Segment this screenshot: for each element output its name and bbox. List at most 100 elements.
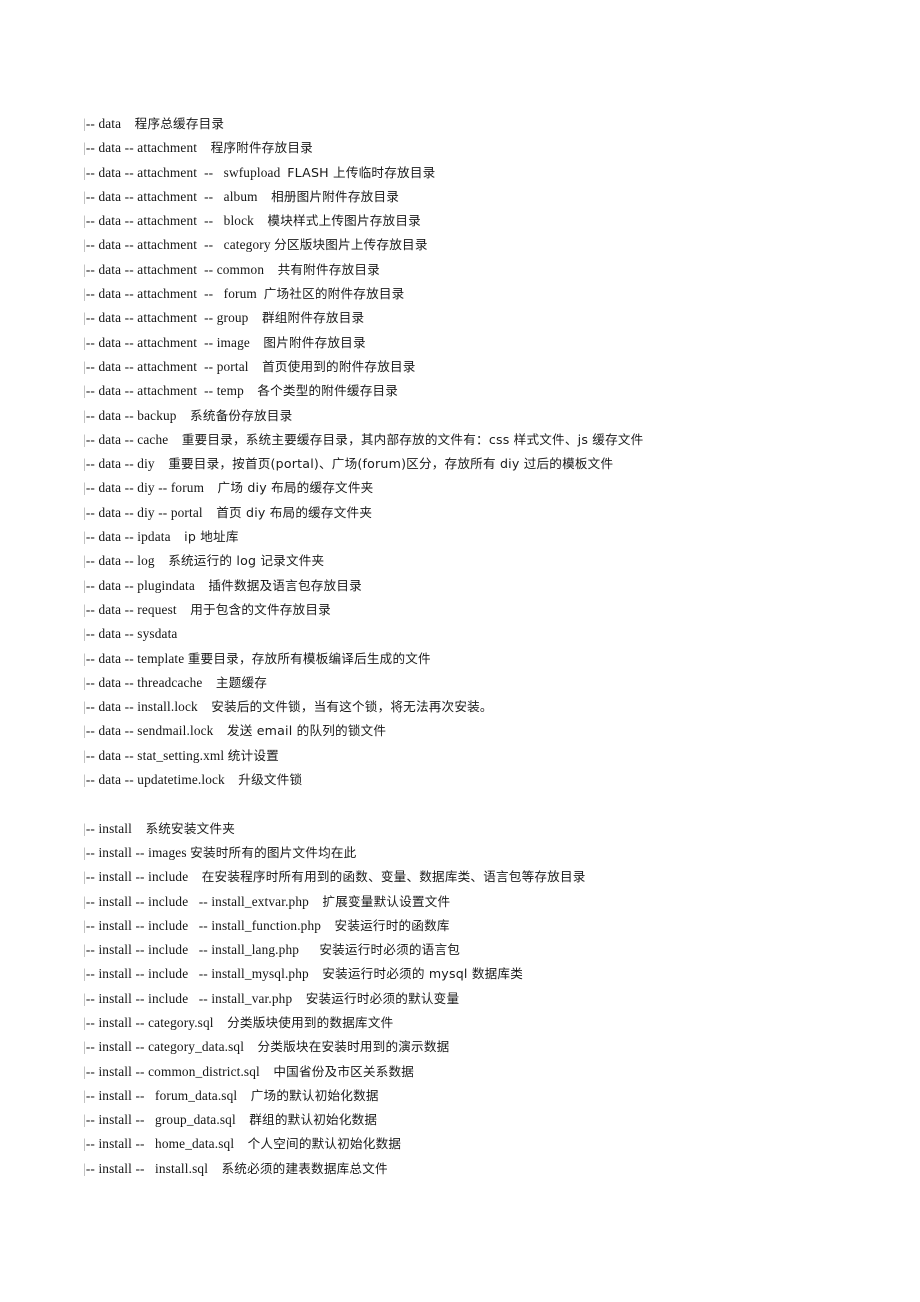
tree-description-label: 重要目录，系统主要缓存目录，其内部存放的文件有：css 样式文件、js 缓存文件 xyxy=(181,431,644,447)
tree-line: |-- data -- backup 系统备份存放目录 xyxy=(83,404,843,428)
tree-line: |-- data -- attachment -- common 共有附件存放目… xyxy=(83,258,843,282)
tree-description-label: 首页使用到的附件存放目录 xyxy=(262,358,416,374)
tree-path-label: -- data -- install.lock xyxy=(85,699,198,715)
tree-line: |-- data -- cache 重要目录，系统主要缓存目录，其内部存放的文件… xyxy=(83,428,843,452)
tree-line: |-- install -- include -- install_lang.p… xyxy=(83,938,843,962)
tree-line: |-- data -- template 重要目录，存放所有模板编译后生成的文件 xyxy=(83,647,843,671)
tree-gap-spacer xyxy=(214,1015,227,1030)
tree-description-label: 系统备份存放目录 xyxy=(190,407,293,423)
tree-gap-spacer xyxy=(188,869,201,884)
tree-path-label: -- install -- home_data.sql xyxy=(85,1136,235,1152)
tree-line: |-- data -- plugindata 插件数据及语言包存放目录 xyxy=(83,574,843,598)
tree-gap-spacer xyxy=(155,553,168,568)
tree-line: |-- install -- install.sql 系统必须的建表数据库总文件 xyxy=(83,1157,843,1181)
tree-path-label: -- data -- attachment -- album xyxy=(85,188,258,204)
tree-gap-spacer xyxy=(195,578,208,593)
tree-description-label: 分区版块图片上传存放目录 xyxy=(274,237,428,253)
tree-path-label: -- data -- attachment -- group xyxy=(85,310,249,326)
tree-path-label: -- install -- forum_data.sql xyxy=(85,1087,238,1103)
tree-line: |-- data -- attachment -- image 图片附件存放目录 xyxy=(83,331,843,355)
tree-path-label: -- data -- template xyxy=(85,650,185,666)
tree-description-label: 群组附件存放目录 xyxy=(261,310,365,326)
tree-description-label: 群组的默认初始化数据 xyxy=(249,1112,378,1128)
tree-description-label: 在安装程序时所有用到的函数、变量、数据库类、语言包等存放目录 xyxy=(201,869,586,885)
tree-description-label: 插件数据及语言包存放目录 xyxy=(208,577,362,593)
tree-line: |-- install -- include -- install_mysql.… xyxy=(83,962,843,986)
tree-path-label: -- data -- request xyxy=(85,601,177,617)
tree-path-label: -- data -- attachment -- forum xyxy=(85,286,257,302)
tree-gap-spacer xyxy=(292,991,305,1006)
tree-path-label: -- data -- sysdata xyxy=(85,626,178,642)
tree-gap-spacer xyxy=(299,942,319,957)
tree-gap-spacer xyxy=(309,966,322,981)
tree-description-label: 系统运行的 log 记录文件夹 xyxy=(168,553,325,569)
tree-description-label: 安装运行时必须的默认变量 xyxy=(305,990,460,1006)
tree-description-label: 用于包含的文件存放目录 xyxy=(190,601,331,617)
tree-line: |-- install -- group_data.sql 群组的默认初始化数据 xyxy=(83,1108,843,1132)
tree-description-label: 模块样式上传图片存放目录 xyxy=(267,213,421,229)
tree-gap-spacer xyxy=(260,1064,273,1079)
tree-path-label: -- data -- diy -- portal xyxy=(85,504,203,520)
tree-gap-spacer xyxy=(225,772,238,787)
tree-line: |-- data 程序总缓存目录 xyxy=(83,112,843,136)
tree-path-label: -- data xyxy=(85,116,122,131)
tree-description-label: 图片附件存放目录 xyxy=(263,334,366,350)
tree-gap-spacer xyxy=(121,116,134,131)
tree-path-label: -- data -- attachment xyxy=(85,140,198,156)
tree-line: |-- install -- forum_data.sql 广场的默认初始化数据 xyxy=(83,1084,843,1108)
tree-gap-spacer xyxy=(244,383,257,398)
tree-line: |-- install -- category.sql 分类版块使用到的数据库文… xyxy=(83,1011,843,1035)
tree-line: |-- data -- attachment 程序附件存放目录 xyxy=(83,136,843,160)
tree-gap-spacer xyxy=(155,456,168,471)
tree-description-label: 个人空间的默认初始化数据 xyxy=(247,1136,402,1152)
tree-line: |-- data -- diy -- portal 首页 diy 布局的缓存文件… xyxy=(83,501,843,525)
tree-gap-spacer xyxy=(203,505,216,520)
tree-line: |-- data -- diy 重要目录，按首页(portal)、广场(foru… xyxy=(83,452,843,476)
tree-line: |-- data -- request 用于包含的文件存放目录 xyxy=(83,598,843,622)
tree-line: |-- install -- include -- install_extvar… xyxy=(83,890,843,914)
tree-line: |-- data -- diy -- forum 广场 diy 布局的缓存文件夹 xyxy=(83,476,843,500)
tree-line: |-- data -- install.lock 安装后的文件锁，当有这个锁，将… xyxy=(83,695,843,719)
tree-description-label: 重要目录，按首页(portal)、广场(forum)区分，存放所有 diy 过后… xyxy=(168,456,614,472)
tree-line: |-- data -- attachment -- swfupload FLAS… xyxy=(83,161,843,185)
tree-description-label: 程序总缓存目录 xyxy=(134,116,225,131)
tree-path-label: -- data -- attachment -- portal xyxy=(85,358,249,374)
tree-gap-spacer xyxy=(321,918,334,933)
tree-description-label: 主题缓存 xyxy=(215,674,268,690)
tree-description-label: 广场的默认初始化数据 xyxy=(250,1087,379,1103)
tree-description-label: 系统必须的建表数据库总文件 xyxy=(221,1160,388,1176)
tree-path-label: -- data -- log xyxy=(85,553,155,569)
tree-line: |-- data -- attachment -- block 模块样式上传图片… xyxy=(83,209,843,233)
tree-gap-spacer xyxy=(257,286,264,301)
tree-path-label: -- data -- attachment -- temp xyxy=(85,383,244,399)
tree-path-label: -- install -- category_data.sql xyxy=(85,1039,245,1055)
tree-description-label: ip 地址库 xyxy=(184,529,239,545)
tree-line: |-- data -- sysdata xyxy=(83,622,843,646)
tree-path-label: -- data -- threadcache xyxy=(85,674,203,690)
tree-description-label: 广场 diy 布局的缓存文件夹 xyxy=(217,480,374,496)
tree-path-label: -- data -- backup xyxy=(85,407,177,423)
tree-path-label: -- data -- attachment -- image xyxy=(85,334,250,350)
tree-path-label: -- install -- include -- install_extvar.… xyxy=(85,893,309,909)
tree-line: |-- data -- ipdata ip 地址库 xyxy=(83,525,843,549)
tree-path-label: -- install -- images xyxy=(85,844,187,860)
tree-gap-spacer xyxy=(250,335,263,350)
tree-description-label: 安装时所有的图片文件均在此 xyxy=(190,844,357,860)
tree-gap-spacer xyxy=(236,1112,249,1127)
tree-path-label: -- data -- attachment -- block xyxy=(85,213,254,229)
tree-line: |-- data -- sendmail.lock 发送 email 的队列的锁… xyxy=(83,719,843,743)
tree-path-label: -- data -- updatetime.lock xyxy=(85,772,225,788)
tree-path-label: -- data -- diy xyxy=(85,456,155,472)
tree-line: |-- install -- common_district.sql 中国省份及… xyxy=(83,1060,843,1084)
tree-gap-spacer xyxy=(132,821,145,836)
tree-path-label: -- install -- include -- install_lang.ph… xyxy=(85,942,300,958)
tree-gap-spacer xyxy=(234,1136,247,1151)
tree-path-label: -- data -- plugindata xyxy=(85,577,195,593)
tree-description-label: 安装运行时的函数库 xyxy=(334,917,450,933)
tree-description-label: 统计设置 xyxy=(227,747,279,763)
tree-path-label: -- data -- diy -- forum xyxy=(85,480,205,496)
tree-line: |-- install -- include 在安装程序时所有用到的函数、变量、… xyxy=(83,865,843,889)
tree-line: |-- data -- stat_setting.xml 统计设置 xyxy=(83,744,843,768)
tree-gap-spacer xyxy=(204,480,217,495)
